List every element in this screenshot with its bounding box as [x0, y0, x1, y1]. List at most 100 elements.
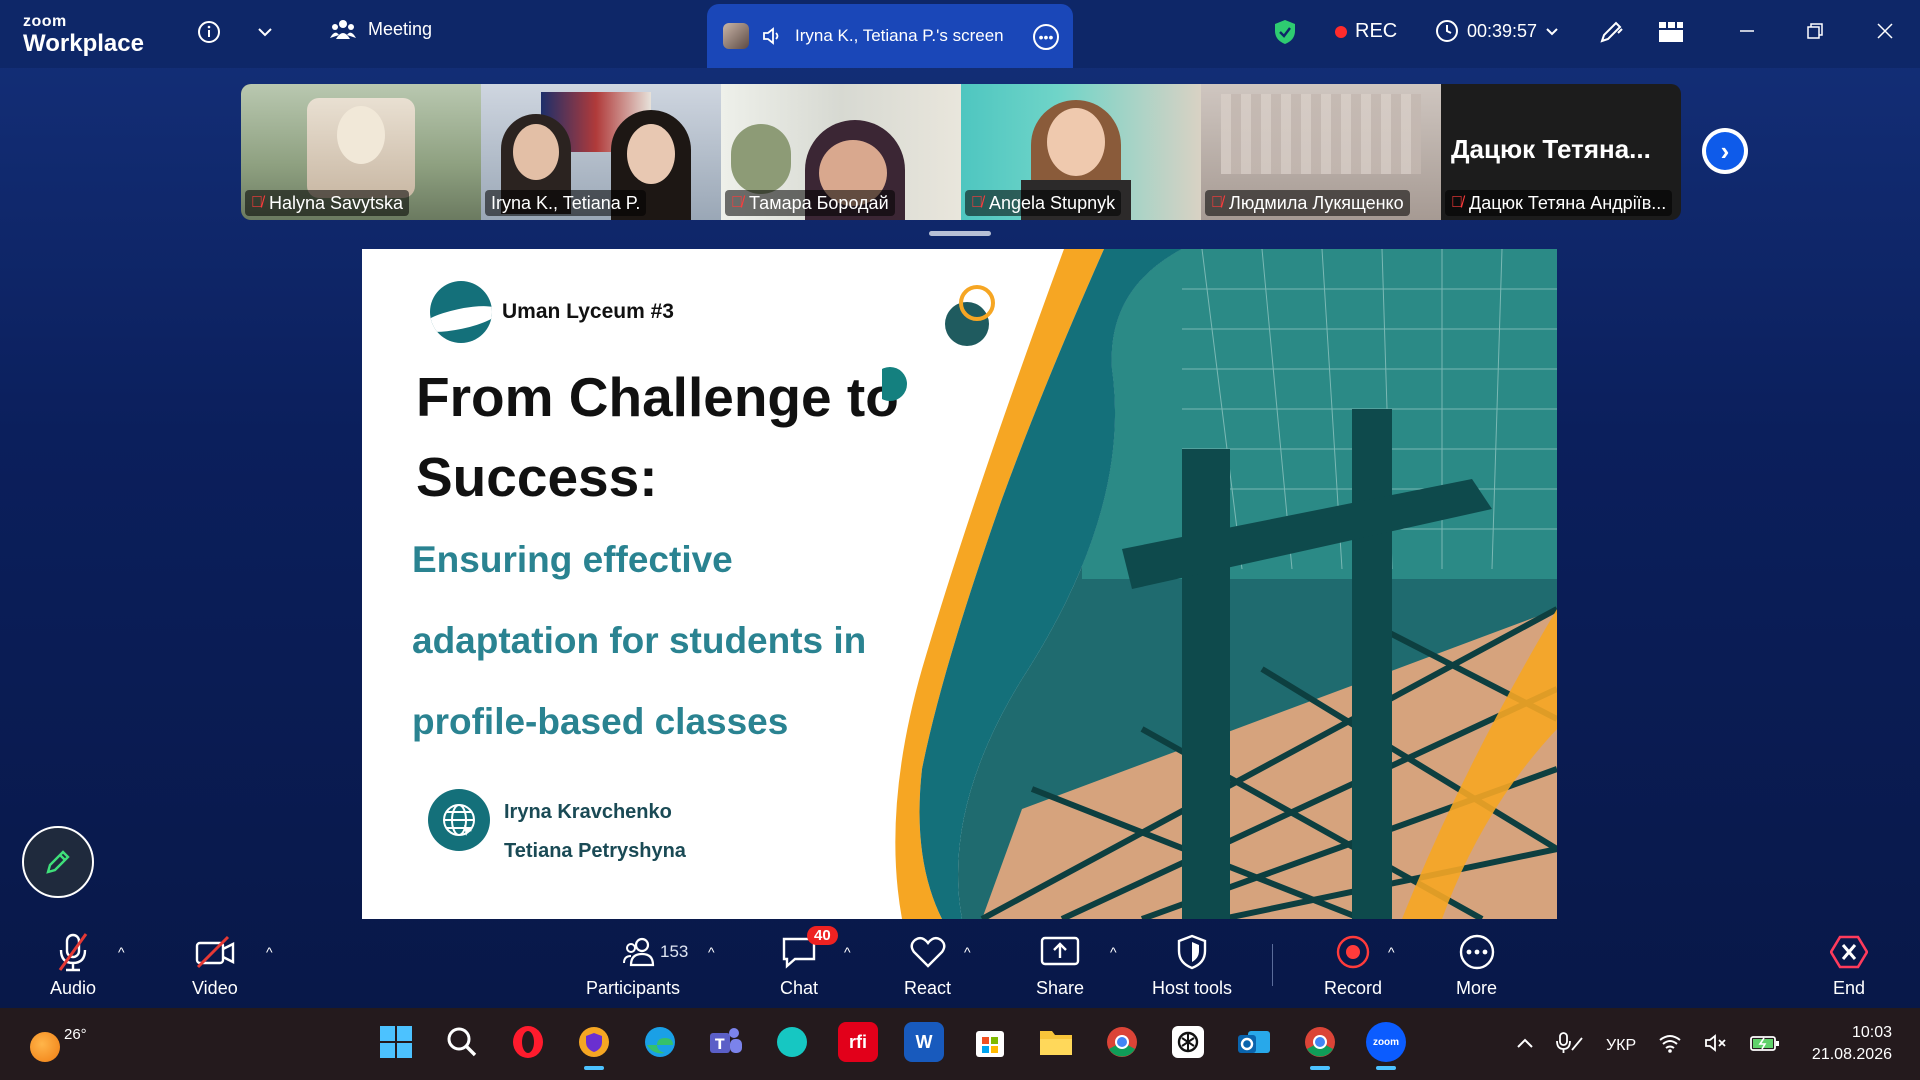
meeting-timer[interactable]: 00:39:57	[1435, 19, 1559, 43]
close-window-icon[interactable]	[1876, 20, 1894, 46]
clock-icon	[1436, 20, 1458, 42]
annotate-icon[interactable]	[1596, 17, 1626, 47]
video-button[interactable]: Video	[192, 932, 238, 999]
chrome-icon[interactable]	[1102, 1022, 1142, 1062]
slide-title: From Challenge to Success:	[416, 366, 899, 508]
subtitle-line: profile-based classes	[412, 701, 789, 742]
teams-icon[interactable]: T	[706, 1022, 746, 1062]
participant-tile-video-off[interactable]: Дацюк Тетяна... 🎙̸ Дацюк Тетяна Андріїв.…	[1441, 84, 1681, 220]
share-options-caret[interactable]: ^	[1110, 944, 1117, 960]
edge-browser-icon[interactable]	[640, 1022, 680, 1062]
volume-muted-icon[interactable]	[1704, 1033, 1728, 1058]
recording-indicator[interactable]: REC	[1335, 20, 1397, 43]
host-tools-button[interactable]: Host tools	[1152, 932, 1232, 999]
participant-name-tag: 🎙̸ Angela Stupnyk	[965, 190, 1122, 216]
slide-building-artwork	[882, 249, 1557, 919]
react-label: React	[904, 978, 952, 998]
strip-resize-handle[interactable]	[929, 231, 991, 236]
svg-text:T: T	[715, 1037, 725, 1053]
author-name: Iryna Kravchenko	[504, 801, 672, 823]
react-options-caret[interactable]: ^	[964, 944, 971, 960]
participant-tile[interactable]: 🎙̸ Людмила Лукященко	[1201, 84, 1441, 220]
vpn-shield-app-icon[interactable]	[574, 1022, 614, 1070]
annotation-pen-button[interactable]	[22, 826, 94, 898]
next-page-button[interactable]: ›	[1702, 128, 1748, 174]
participant-tile[interactable]: 🎙̸ Halyna Savytska	[241, 84, 481, 220]
mic-muted-icon	[56, 932, 90, 972]
meeting-label: Meeting	[368, 18, 433, 39]
taskbar-apps: T rfi W zoom	[376, 1022, 1406, 1070]
input-language[interactable]: УКР	[1606, 1037, 1636, 1055]
record-options-caret[interactable]: ^	[1388, 944, 1395, 960]
screen-share-tab[interactable]: Iryna K., Tetiana P.'s screen •••	[707, 4, 1073, 68]
zoom-app-label: zoom	[1372, 1036, 1400, 1048]
file-explorer-icon[interactable]	[1036, 1022, 1076, 1062]
chat-options-caret[interactable]: ^	[844, 944, 851, 960]
video-options-caret[interactable]: ^	[266, 944, 273, 960]
mic-in-use-icon[interactable]	[1556, 1032, 1584, 1059]
windows-start-icon[interactable]	[376, 1022, 416, 1062]
share-tab-label: Iryna K., Tetiana P.'s screen	[795, 26, 1004, 45]
shield-icon	[1176, 932, 1208, 972]
chevron-up-icon[interactable]	[1516, 1036, 1534, 1055]
info-icon[interactable]	[194, 17, 224, 47]
encryption-shield-icon[interactable]	[1270, 17, 1300, 47]
video-label: Video	[192, 978, 238, 998]
more-button[interactable]: More	[1456, 932, 1497, 999]
author-name: Tetiana Petryshyna	[504, 840, 686, 862]
clock-time: 10:03	[1851, 1024, 1892, 1041]
participant-name: Тамара Бородай	[749, 192, 889, 213]
react-button[interactable]: React	[904, 932, 951, 999]
more-options-icon[interactable]: •••	[1033, 24, 1059, 50]
chat-bubble-icon: 40	[781, 926, 838, 972]
shared-screen-slide: Uman Lyceum #3 From Challenge to Success…	[362, 249, 1557, 919]
participant-name-tag: 🎙̸ Дацюк Тетяна Андріїв...	[1445, 190, 1673, 216]
chat-button[interactable]: 40 Chat	[780, 926, 838, 999]
rfi-app-icon[interactable]: rfi	[838, 1022, 878, 1062]
restore-window-icon[interactable]	[1806, 20, 1824, 46]
minimize-window-icon[interactable]	[1738, 20, 1756, 46]
wifi-icon[interactable]	[1658, 1033, 1682, 1058]
more-label: More	[1456, 978, 1498, 998]
participant-name-tag: 🎙̸ Halyna Savytska	[245, 190, 410, 216]
rfi-app-label: rfi	[849, 1031, 867, 1052]
zoom-app-icon[interactable]: zoom	[1366, 1022, 1406, 1070]
temperature: 26°	[64, 1026, 87, 1043]
gallery-view-icon[interactable]	[1656, 17, 1686, 47]
record-icon	[1335, 932, 1371, 972]
participant-tile-active-speaker[interactable]: Iryna K., Tetiana P.	[481, 84, 721, 220]
audio-options-caret[interactable]: ^	[118, 944, 125, 960]
meeting-controls-toolbar: Audio ^ Video ^ Participants 153 ^ 40 Ch…	[0, 924, 1920, 1008]
battery-charging-icon[interactable]	[1750, 1034, 1780, 1057]
meeting-menu-button[interactable]: Meeting	[330, 18, 432, 40]
word-app-label: W	[915, 1031, 933, 1052]
outlook-icon[interactable]	[1234, 1022, 1274, 1062]
weather-widget[interactable]: 26°	[30, 1026, 87, 1062]
word-icon[interactable]: W	[904, 1022, 944, 1062]
audio-button[interactable]: Audio	[50, 932, 96, 999]
participant-name: Halyna Savytska	[269, 192, 404, 213]
participants-options-caret[interactable]: ^	[708, 944, 715, 960]
search-icon[interactable]	[442, 1022, 482, 1062]
chatgpt-icon[interactable]	[1168, 1022, 1208, 1062]
end-meeting-button[interactable]: End	[1830, 932, 1868, 999]
mic-muted-icon: 🎙̸	[971, 194, 983, 211]
participant-strip: 🎙̸ Halyna Savytska Iryna K., Tetiana P. …	[241, 84, 1681, 220]
participant-tile[interactable]: 🎙̸ Angela Stupnyk	[961, 84, 1201, 220]
speaker-icon	[763, 27, 779, 45]
chrome-profile-icon[interactable]	[1300, 1022, 1340, 1070]
participant-name: Iryna K., Tetiana P.	[491, 192, 641, 213]
copilot-icon[interactable]	[772, 1022, 812, 1062]
slide-logo: Uman Lyceum #3	[430, 281, 674, 343]
mic-muted-icon: 🎙̸	[1211, 194, 1223, 211]
record-button[interactable]: Record	[1324, 932, 1382, 999]
share-screen-button[interactable]: Share	[1036, 932, 1084, 999]
participant-name-tag: 🎙̸ Тамара Бородай	[725, 190, 895, 216]
system-clock[interactable]: 10:03 21.08.2026	[1800, 1022, 1892, 1066]
mic-muted-icon: 🎙̸	[731, 194, 743, 211]
microsoft-store-icon[interactable]	[970, 1022, 1010, 1062]
participant-tile[interactable]: 🎙̸ Тамара Бородай	[721, 84, 961, 220]
host-tools-label: Host tools	[1152, 978, 1233, 998]
chevron-down-icon[interactable]	[250, 17, 280, 47]
opera-browser-icon[interactable]	[508, 1022, 548, 1062]
